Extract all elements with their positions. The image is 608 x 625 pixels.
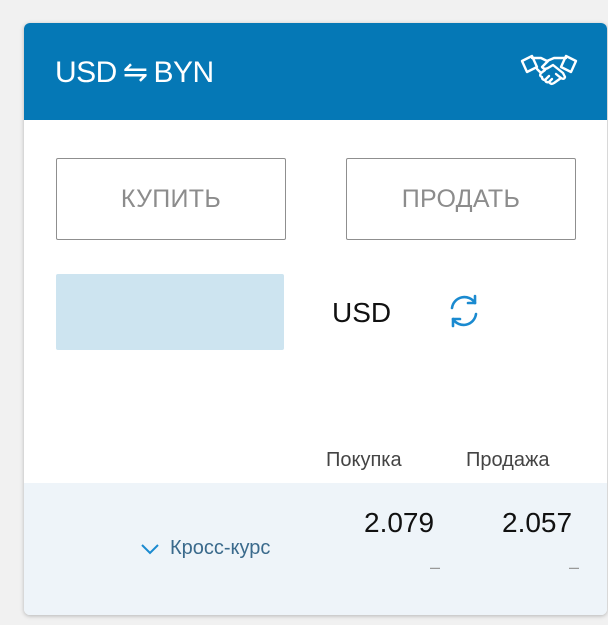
refresh-icon[interactable] xyxy=(444,291,484,331)
to-currency: BYN xyxy=(153,55,214,89)
sell-rate-value: 2.057 xyxy=(502,507,573,538)
cross-rate-label: Кросс-курс xyxy=(170,537,271,559)
cross-rate-toggle[interactable]: Кросс-курс xyxy=(140,537,270,560)
amount-input[interactable] xyxy=(56,274,284,350)
chevron-down-icon xyxy=(141,543,159,554)
handshake-icon xyxy=(520,54,578,85)
from-currency: USD xyxy=(55,55,117,89)
sell-rate-change: – xyxy=(569,557,580,577)
buy-rate-change: – xyxy=(430,557,441,577)
selected-currency: USD xyxy=(332,297,392,328)
buy-button[interactable]: КУПИТЬ xyxy=(56,158,286,240)
exchange-card: USD ⇋ BYN КУПИТЬ ПРОДАТЬ USD Покупка Про… xyxy=(24,23,607,615)
currency-pair-title: USD ⇋ BYN xyxy=(55,55,214,90)
card-header: USD ⇋ BYN xyxy=(24,23,607,120)
sell-button[interactable]: ПРОДАТЬ xyxy=(346,158,576,240)
buy-column-header: Покупка xyxy=(326,449,402,471)
sell-column-header: Продажа xyxy=(466,449,550,471)
swap-arrows-icon: ⇋ xyxy=(122,56,148,89)
buy-rate-value: 2.079 xyxy=(364,507,435,538)
rates-row: Кросс-курс 2.079 2.057 – – xyxy=(24,483,607,615)
